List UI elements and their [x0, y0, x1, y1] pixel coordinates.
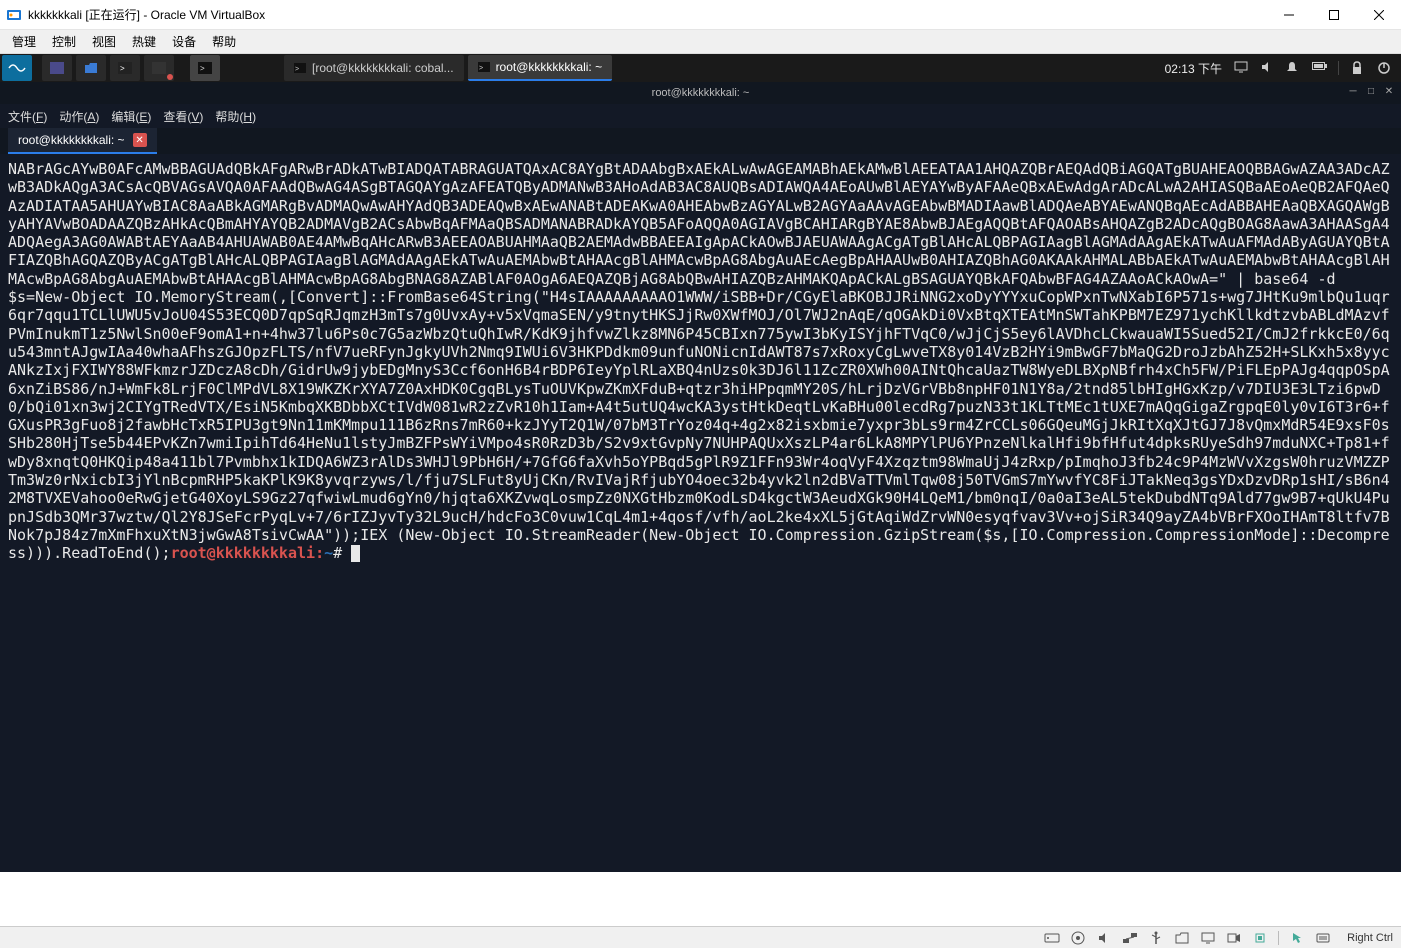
- maximize-button[interactable]: [1311, 0, 1356, 30]
- status-network-icon[interactable]: [1122, 931, 1138, 945]
- close-button[interactable]: [1356, 0, 1401, 30]
- menu-view[interactable]: 视图: [84, 31, 124, 52]
- launcher-terminal-active[interactable]: >: [190, 55, 220, 81]
- terminal-body[interactable]: NABrAGcAYwB0AFcAMwBBAGUAdQBkAFgARwBrADkA…: [0, 154, 1401, 872]
- terminal-tab-1[interactable]: root@kkkkkkkkali: ~ ✕: [8, 128, 157, 154]
- svg-text:>: >: [200, 64, 205, 73]
- status-optical-icon[interactable]: [1070, 931, 1086, 945]
- cursor: [351, 545, 360, 562]
- window-title: kkkkkkkali [正在运行] - Oracle VM VirtualBox: [28, 6, 265, 23]
- hostkey-label: Right Ctrl: [1347, 932, 1393, 944]
- launcher-files[interactable]: [76, 55, 106, 81]
- taskbar-item-2[interactable]: > root@kkkkkkkkali: ~: [468, 55, 613, 81]
- terminal-output-1: NABrAGcAYwB0AFcAMwBBAGUAdQBkAFgARwBrADkA…: [8, 160, 1390, 288]
- status-hostkey-icon[interactable]: [1315, 931, 1331, 945]
- svg-text:>: >: [295, 66, 299, 73]
- status-display-icon[interactable]: [1200, 931, 1216, 945]
- panel-clock[interactable]: 02:13 下午: [1165, 60, 1222, 77]
- volume-icon[interactable]: [1260, 61, 1274, 75]
- virtualbox-statusbar: Right Ctrl: [0, 926, 1401, 948]
- status-cpu-icon[interactable]: [1252, 931, 1268, 945]
- terminal-menubar: 文件(F) 动作(A) 编辑(E) 查看(V) 帮助(H): [0, 104, 1401, 128]
- virtualbox-icon: [6, 7, 22, 23]
- notifications-icon[interactable]: [1286, 61, 1300, 75]
- taskbar-item-label: [root@kkkkkkkkali: cobal...: [312, 61, 454, 75]
- terminal-output-2: $s=New-Object IO.MemoryStream(,[Convert]…: [8, 288, 1390, 562]
- terminal-titlebar: root@kkkkkkkkali: ~ ─ □ ✕: [0, 82, 1401, 104]
- prompt-path: ~: [324, 544, 333, 562]
- terminal-title-text: root@kkkkkkkkali: ~: [652, 87, 750, 99]
- terminal-minimize-button[interactable]: ─: [1347, 85, 1359, 97]
- taskbar-item-label: root@kkkkkkkkali: ~: [496, 60, 603, 74]
- menu-hotkeys[interactable]: 热键: [124, 31, 164, 52]
- prompt-user: root@kkkkkkkkali: [171, 544, 316, 562]
- terminal-icon: >: [478, 62, 490, 72]
- launcher-app1[interactable]: [42, 55, 72, 81]
- terminal-maximize-button[interactable]: □: [1365, 85, 1377, 97]
- svg-text:>: >: [120, 64, 125, 73]
- terminal-tabbar: root@kkkkkkkkali: ~ ✕: [0, 128, 1401, 154]
- status-hdd-icon[interactable]: [1044, 931, 1060, 945]
- kali-menu-launcher[interactable]: [2, 55, 32, 81]
- terminal-window: root@kkkkkkkkali: ~ ─ □ ✕ 文件(F) 动作(A) 编辑…: [0, 82, 1401, 872]
- lock-icon[interactable]: [1351, 61, 1365, 75]
- menu-control[interactable]: 控制: [44, 31, 84, 52]
- terminal-close-button[interactable]: ✕: [1383, 85, 1395, 97]
- display-icon[interactable]: [1234, 61, 1248, 75]
- terminal-menu-help[interactable]: 帮助(H): [215, 108, 256, 125]
- status-mouse-icon[interactable]: [1289, 931, 1305, 945]
- status-audio-icon[interactable]: [1096, 931, 1112, 945]
- terminal-menu-action[interactable]: 动作(A): [59, 108, 99, 125]
- status-recording-icon[interactable]: [1226, 931, 1242, 945]
- svg-text:>: >: [479, 65, 483, 72]
- menu-help[interactable]: 帮助: [204, 31, 244, 52]
- status-shared-folder-icon[interactable]: [1174, 931, 1190, 945]
- menu-devices[interactable]: 设备: [164, 31, 204, 52]
- power-icon[interactable]: [1377, 61, 1391, 75]
- launcher-terminal1[interactable]: >: [110, 55, 140, 81]
- status-usb-icon[interactable]: [1148, 931, 1164, 945]
- prompt-symbol: #: [333, 544, 342, 562]
- battery-icon[interactable]: [1312, 61, 1326, 75]
- launcher-app2[interactable]: [144, 55, 174, 81]
- virtualbox-menubar: 管理 控制 视图 热键 设备 帮助: [0, 30, 1401, 54]
- terminal-tab-close-icon[interactable]: ✕: [133, 133, 147, 147]
- taskbar-item-1[interactable]: > [root@kkkkkkkkali: cobal...: [284, 55, 464, 81]
- minimize-button[interactable]: [1266, 0, 1311, 30]
- terminal-tab-label: root@kkkkkkkkali: ~: [18, 133, 125, 147]
- terminal-menu-file[interactable]: 文件(F): [8, 108, 47, 125]
- menu-manage[interactable]: 管理: [4, 31, 44, 52]
- terminal-menu-edit[interactable]: 编辑(E): [111, 108, 151, 125]
- terminal-icon: >: [294, 63, 306, 73]
- terminal-menu-view[interactable]: 查看(V): [163, 108, 203, 125]
